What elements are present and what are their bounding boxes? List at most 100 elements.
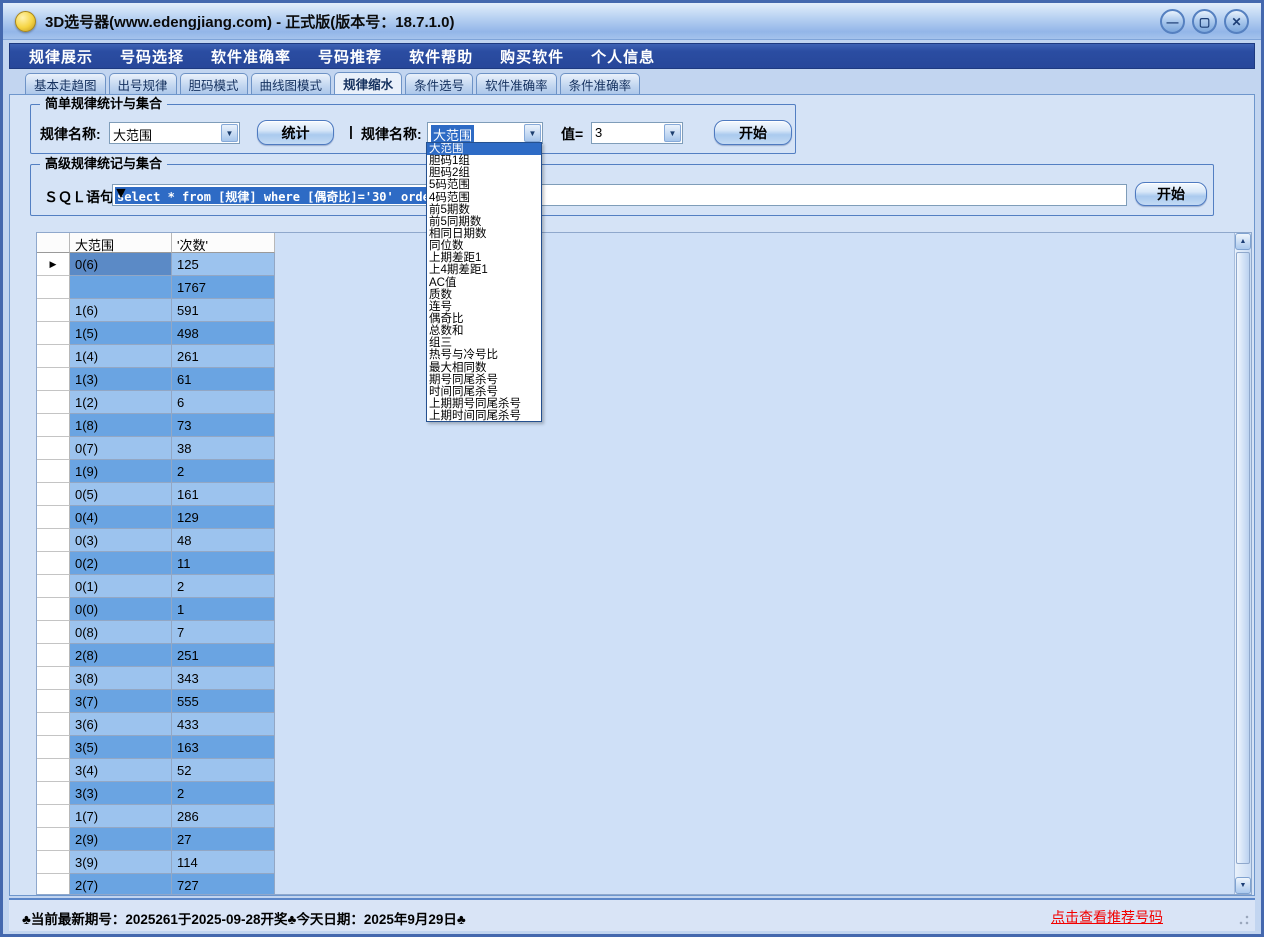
tab-3[interactable]: 胆码模式 bbox=[180, 73, 248, 94]
tab-1[interactable]: 基本走趋图 bbox=[25, 73, 106, 94]
table-row[interactable]: 1(4)261 bbox=[37, 345, 275, 368]
row-pointer-icon[interactable]: ▶ bbox=[37, 253, 70, 276]
row-header-cell[interactable] bbox=[37, 391, 70, 414]
table-row[interactable]: 3(3)2 bbox=[37, 782, 275, 805]
dropdown-option-21[interactable]: 时间同尾杀号 bbox=[427, 386, 541, 398]
chevron-down-icon[interactable]: ▼ bbox=[113, 185, 129, 203]
row-header-cell[interactable] bbox=[37, 414, 70, 437]
table-row[interactable]: 3(5)163 bbox=[37, 736, 275, 759]
resize-grip[interactable] bbox=[1239, 915, 1249, 925]
rule-name-combo-1[interactable]: 大范围 ▼ bbox=[109, 122, 240, 144]
table-row[interactable]: 3(8)343 bbox=[37, 667, 275, 690]
row-header-cell[interactable] bbox=[37, 322, 70, 345]
table-row[interactable]: 1767 bbox=[37, 276, 275, 299]
table-row[interactable]: 0(8)7 bbox=[37, 621, 275, 644]
table-row[interactable]: 1(2)6 bbox=[37, 391, 275, 414]
row-header-cell[interactable] bbox=[37, 437, 70, 460]
dropdown-option-18[interactable]: 热号与冷号比 bbox=[427, 349, 541, 361]
row-header-cell[interactable] bbox=[37, 805, 70, 828]
cell-range[interactable]: 1(5) bbox=[70, 322, 172, 345]
row-header-cell[interactable] bbox=[37, 851, 70, 874]
cell-count[interactable]: 52 bbox=[172, 759, 275, 782]
cell-count[interactable]: 125 bbox=[172, 253, 275, 276]
cell-range[interactable]: 3(9) bbox=[70, 851, 172, 874]
row-header-cell[interactable] bbox=[37, 483, 70, 506]
tab-7[interactable]: 软件准确率 bbox=[476, 73, 557, 94]
table-row[interactable]: 1(7)286 bbox=[37, 805, 275, 828]
cell-count[interactable]: 498 bbox=[172, 322, 275, 345]
cell-range[interactable]: 0(4) bbox=[70, 506, 172, 529]
row-header-cell[interactable] bbox=[37, 621, 70, 644]
dropdown-option-4[interactable]: 5码范围 bbox=[427, 179, 541, 191]
table-row[interactable]: 1(6)591 bbox=[37, 299, 275, 322]
cell-count[interactable]: 1 bbox=[172, 598, 275, 621]
chevron-down-icon[interactable]: ▼ bbox=[664, 124, 681, 142]
table-row[interactable]: 3(4)52 bbox=[37, 759, 275, 782]
row-header-cell[interactable] bbox=[37, 460, 70, 483]
row-header-cell[interactable] bbox=[37, 782, 70, 805]
cell-count[interactable]: 7 bbox=[172, 621, 275, 644]
tab-4[interactable]: 曲线图模式 bbox=[251, 73, 332, 94]
dropdown-option-14[interactable]: 连号 bbox=[427, 301, 541, 313]
menu-item-7[interactable]: 个人信息 bbox=[591, 46, 655, 67]
advanced-start-button[interactable]: 开始 bbox=[1135, 182, 1207, 206]
cell-range[interactable]: 0(0) bbox=[70, 598, 172, 621]
stat-button[interactable]: 统计 bbox=[257, 120, 334, 145]
tab-5[interactable]: 规律缩水 bbox=[334, 72, 402, 94]
table-row[interactable]: 0(1)2 bbox=[37, 575, 275, 598]
dropdown-option-23[interactable]: 上期时间同尾杀号 bbox=[427, 410, 541, 422]
cell-range[interactable]: 1(6) bbox=[70, 299, 172, 322]
table-row[interactable]: 2(7)727 bbox=[37, 874, 275, 895]
row-header-cell[interactable] bbox=[37, 874, 70, 895]
cell-count[interactable]: 163 bbox=[172, 736, 275, 759]
cell-count[interactable]: 2 bbox=[172, 575, 275, 598]
row-header-cell[interactable] bbox=[37, 736, 70, 759]
dropdown-option-5[interactable]: 4码范围 bbox=[427, 192, 541, 204]
rule-name-combo-2[interactable]: 大范围 ▼ bbox=[427, 122, 543, 144]
dropdown-option-11[interactable]: 上4期差距1 bbox=[427, 264, 541, 276]
table-row[interactable]: 1(8)73 bbox=[37, 414, 275, 437]
cell-range[interactable]: 1(3) bbox=[70, 368, 172, 391]
table-row[interactable]: 0(7)38 bbox=[37, 437, 275, 460]
scroll-up-icon[interactable]: ▲ bbox=[1235, 233, 1251, 250]
scroll-down-icon[interactable]: ▼ bbox=[1235, 877, 1251, 894]
recommend-numbers-link[interactable]: 点击查看推荐号码 bbox=[1051, 907, 1163, 927]
grid-column-header-2[interactable]: '次数' bbox=[172, 233, 275, 253]
menu-item-4[interactable]: 号码推荐 bbox=[318, 46, 382, 67]
row-header-cell[interactable] bbox=[37, 575, 70, 598]
menu-item-6[interactable]: 购买软件 bbox=[500, 46, 564, 67]
dropdown-option-3[interactable]: 胆码2组 bbox=[427, 167, 541, 179]
menu-item-5[interactable]: 软件帮助 bbox=[409, 46, 473, 67]
tab-2[interactable]: 出号规律 bbox=[109, 73, 177, 94]
cell-range[interactable] bbox=[70, 276, 172, 299]
cell-count[interactable]: 2 bbox=[172, 782, 275, 805]
dropdown-option-6[interactable]: 前5期数 bbox=[427, 204, 541, 216]
cell-range[interactable]: 2(7) bbox=[70, 874, 172, 895]
cell-count[interactable]: 73 bbox=[172, 414, 275, 437]
cell-range[interactable]: 1(2) bbox=[70, 391, 172, 414]
table-row[interactable]: 0(3)48 bbox=[37, 529, 275, 552]
dropdown-option-22[interactable]: 上期期号同尾杀号 bbox=[427, 398, 541, 410]
value-combo[interactable]: 3 ▼ bbox=[591, 122, 683, 144]
dropdown-option-16[interactable]: 总数和 bbox=[427, 325, 541, 337]
row-header-cell[interactable] bbox=[37, 552, 70, 575]
sql-combo[interactable]: select * from [规律] where [偶奇比]='30' orde… bbox=[112, 184, 1127, 206]
cell-range[interactable]: 1(7) bbox=[70, 805, 172, 828]
cell-range[interactable]: 3(4) bbox=[70, 759, 172, 782]
cell-count[interactable]: 2 bbox=[172, 460, 275, 483]
table-row[interactable]: 2(8)251 bbox=[37, 644, 275, 667]
cell-range[interactable]: 0(1) bbox=[70, 575, 172, 598]
scrollbar-thumb[interactable] bbox=[1236, 252, 1250, 864]
row-header-cell[interactable] bbox=[37, 667, 70, 690]
close-button[interactable]: ✕ bbox=[1224, 9, 1249, 34]
grid-column-header-1[interactable]: 大范围 bbox=[70, 233, 172, 253]
table-row[interactable]: 0(0)1 bbox=[37, 598, 275, 621]
dropdown-option-7[interactable]: 前5同期数 bbox=[427, 216, 541, 228]
cell-count[interactable]: 343 bbox=[172, 667, 275, 690]
row-header-cell[interactable] bbox=[37, 276, 70, 299]
cell-range[interactable]: 3(8) bbox=[70, 667, 172, 690]
chevron-down-icon[interactable]: ▼ bbox=[524, 124, 541, 142]
menu-item-3[interactable]: 软件准确率 bbox=[211, 46, 291, 67]
row-header-cell[interactable] bbox=[37, 368, 70, 391]
cell-range[interactable]: 0(6) bbox=[70, 253, 172, 276]
